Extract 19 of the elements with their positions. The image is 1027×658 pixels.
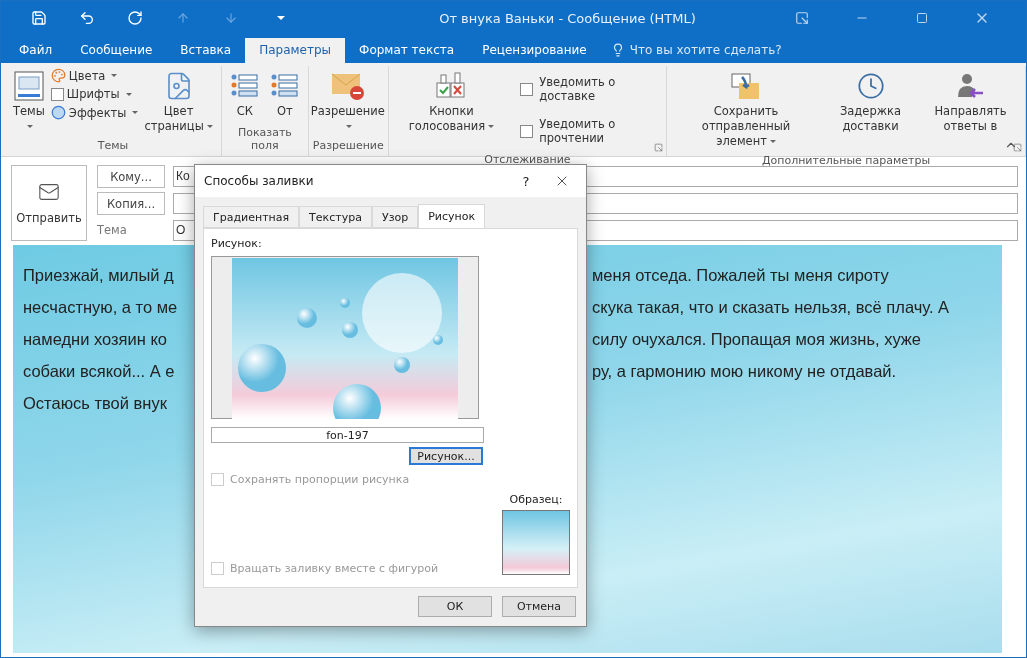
body-text: Остаюсь твой внук bbox=[23, 393, 168, 414]
body-text: скука такая, что и сказать нельзя, всё плачу. А bbox=[592, 297, 951, 318]
dialog-title: Способы заливки bbox=[204, 174, 315, 188]
body-text: меня отседа. Пожалей ты меня сироту bbox=[592, 265, 890, 286]
file-name-field: fon-197 bbox=[211, 427, 484, 444]
window-title: От внука Ваньки - Сообщение (HTML) bbox=[438, 10, 697, 26]
group-title: Темы bbox=[96, 138, 130, 154]
group-title: Разрешение bbox=[312, 138, 384, 154]
body-text: собаки всякой... А е bbox=[23, 361, 176, 382]
group-title: Показать поля bbox=[236, 125, 293, 154]
group-title: Отслеживание bbox=[483, 152, 572, 168]
body-text: несчастную, а то ме bbox=[23, 297, 179, 318]
subject-label: Тема bbox=[97, 223, 128, 238]
body-text: Приезжай, милый д bbox=[23, 265, 175, 286]
body-text: силу очухался. Пропащая моя жизнь, хуже bbox=[592, 329, 923, 350]
body-text: ру, а гармонию мою никому не отдавай. bbox=[592, 361, 898, 382]
sample-label: Образец: bbox=[509, 493, 563, 506]
body-text: намедни хозяин ко bbox=[23, 329, 169, 350]
group-title: Дополнительные параметры bbox=[760, 153, 932, 169]
